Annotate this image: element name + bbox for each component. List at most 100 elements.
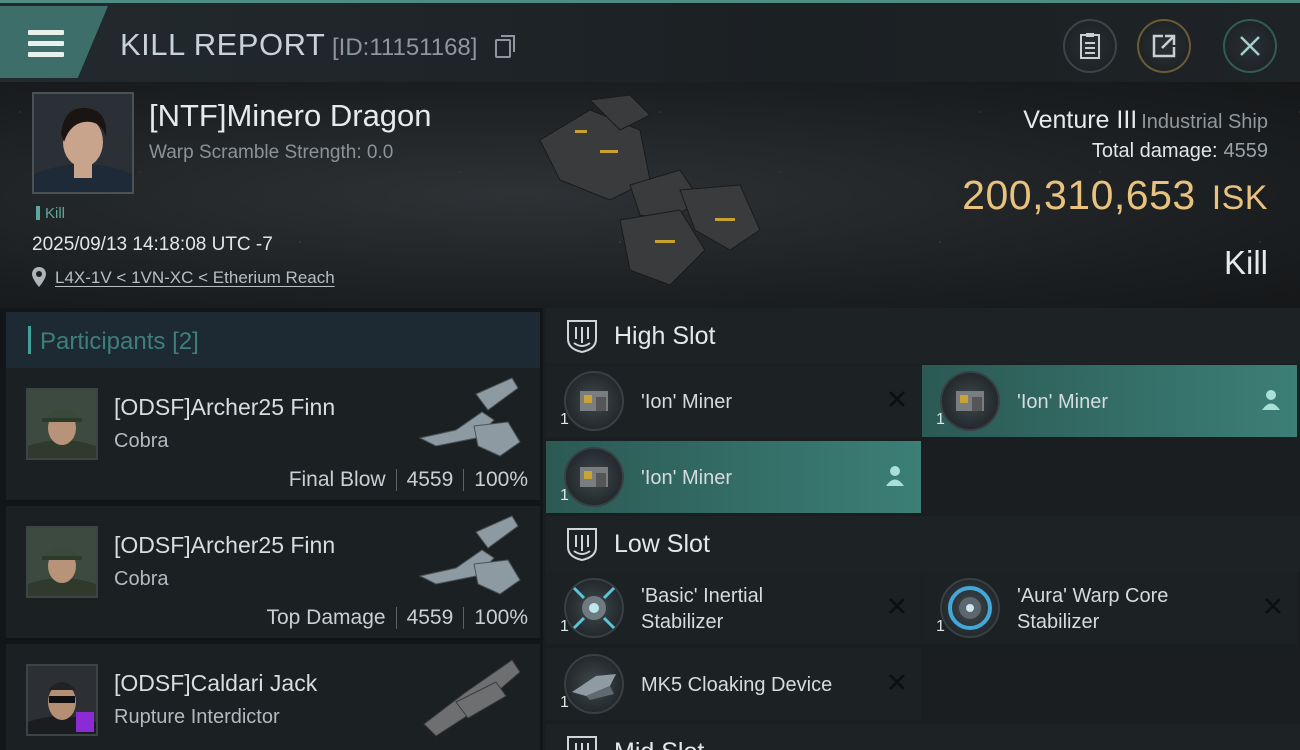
mid-slot-header[interactable]: Mid Slot [546,724,1300,750]
clipboard-button[interactable] [1063,19,1117,73]
high-slot-label: High Slot [614,322,716,350]
divider [463,607,465,629]
kill-result: Kill [1223,244,1268,281]
inertial-stabilizer-icon [564,578,624,638]
module-name: 'Basic' Inertial Stabilizer [641,583,763,635]
module-name-line1: 'Aura' Warp Core [1017,585,1169,607]
participant-avatar[interactable] [26,388,98,460]
participant-damage: 4559 [406,468,454,491]
module-quantity: 1 [936,618,945,635]
victim-avatar[interactable] [32,92,134,194]
header-accent-bar [28,326,31,354]
module-name-line2: Stabilizer [1017,611,1100,633]
total-damage: Total damage: 4559 [1092,140,1268,163]
mid-slot-icon [567,736,597,750]
low-slot-icon [567,528,597,561]
participant-role: Final Blow [288,468,386,491]
destroyed-icon [1265,598,1281,614]
isk-amount: 200,310,653 [962,172,1196,218]
module-name: 'Ion' Miner [641,467,733,489]
module-item[interactable]: 1 'Basic' Inertial Stabilizer [546,572,921,644]
participant-ship: Cobra [114,430,169,452]
ship-thumbnail [423,659,521,737]
participants-title: Participants [2] [40,328,199,356]
participant-name[interactable]: [ODSF]Archer25 Finn [114,394,335,421]
miner-icon [564,447,624,507]
victim-panel: [NTF]Minero Dragon Warp Scramble Strengt… [0,82,1300,308]
module-name: 'Ion' Miner [641,391,733,413]
dropped-person-icon [1262,390,1280,410]
miner-icon [564,371,624,431]
participant-row[interactable]: [ODSF]Archer25 Finn Cobra Top Damage 455… [6,506,540,640]
participant-damage: 4559 [406,606,454,629]
participants-count: [2] [172,328,199,355]
cloaking-device-icon [564,654,624,714]
destroyed-icon [889,674,905,690]
clipboard-icon [1080,33,1100,59]
portrait-image [28,390,96,458]
module-item[interactable]: 1 'Ion' Miner [922,365,1297,437]
module-quantity: 1 [936,411,945,428]
kill-tag: Kill [36,205,65,222]
participant-avatar[interactable] [26,664,98,736]
module-quantity: 1 [560,618,569,635]
destroyed-icon [889,391,905,407]
divider [463,469,465,491]
isk-unit: ISK [1211,179,1268,217]
module-item[interactable]: 1 'Ion' Miner [546,441,921,513]
dropped-person-icon [886,466,904,486]
warp-scramble-strength: Warp Scramble Strength: 0.0 [149,142,394,163]
low-slot-label: Low Slot [614,530,710,558]
participants-label: Participants [40,328,166,355]
participant-role: Top Damage [266,606,386,629]
module-item[interactable]: 1 MK5 Cloaking Device [546,648,921,720]
divider [395,607,397,629]
page-title: KILL REPORT [120,27,326,62]
share-icon [1152,34,1176,58]
miner-icon [940,371,1000,431]
module-name: 'Aura' Warp Core Stabilizer [1017,583,1168,635]
top-bar: KILL REPORT [ID:11151168] [0,0,1300,82]
victim-ship-type: Venture III Industrial Ship [1023,106,1268,135]
menu-button[interactable] [0,6,108,78]
destroyed-icon [889,598,905,614]
warp-core-stabilizer-icon [940,578,1000,638]
participants-header[interactable]: Participants [2] [6,312,540,368]
module-item[interactable]: 1 'Ion' Miner [546,365,921,437]
close-icon [1240,36,1260,56]
participant-row[interactable]: [ODSF]Archer25 Finn Cobra Final Blow 455… [6,368,540,502]
low-slot-header[interactable]: Low Slot [546,516,1300,572]
ship-name[interactable]: Venture III [1023,106,1137,134]
total-damage-label: Total damage: [1091,140,1218,162]
ship-class: Industrial Ship [1141,111,1268,133]
isk-value: 200,310,653 ISK [962,172,1268,219]
mid-slot-label: Mid Slot [614,738,704,750]
total-damage-value: 4559 [1223,140,1269,162]
corp-badge [76,712,94,732]
participant-percent: 100% [474,606,528,629]
module-quantity: 1 [560,411,569,428]
close-button[interactable] [1223,19,1277,73]
participant-row[interactable]: [ODSF]Caldari Jack Rupture Interdictor [6,644,540,750]
high-slot-header[interactable]: High Slot [546,308,1300,364]
location-link[interactable]: L4X-1V < 1VN-XC < Etherium Reach [55,268,335,288]
fitting-panel: High Slot 1 'Ion' Miner 1 'Ion' Miner 1 … [543,308,1300,750]
module-quantity: 1 [560,694,569,711]
participant-ship: Cobra [114,568,169,590]
participant-name[interactable]: [ODSF]Archer25 Finn [114,532,335,559]
kill-timestamp: 2025/09/13 14:18:08 UTC -7 [32,234,273,255]
portrait-image [28,528,96,596]
share-button[interactable] [1137,19,1191,73]
participant-name[interactable]: [ODSF]Caldari Jack [114,670,317,697]
ship-thumbnail [418,377,521,457]
module-name-line2: Stabilizer [641,611,724,633]
participant-avatar[interactable] [26,526,98,598]
ship-thumbnail [418,515,521,595]
victim-name[interactable]: [NTF]Minero Dragon [149,98,432,134]
module-item[interactable]: 1 'Aura' Warp Core Stabilizer [922,572,1297,644]
portrait-image [34,94,132,192]
location-pin-icon [32,267,46,287]
module-quantity: 1 [560,487,569,504]
copy-icon[interactable] [495,35,515,58]
hamburger-icon [28,30,64,58]
